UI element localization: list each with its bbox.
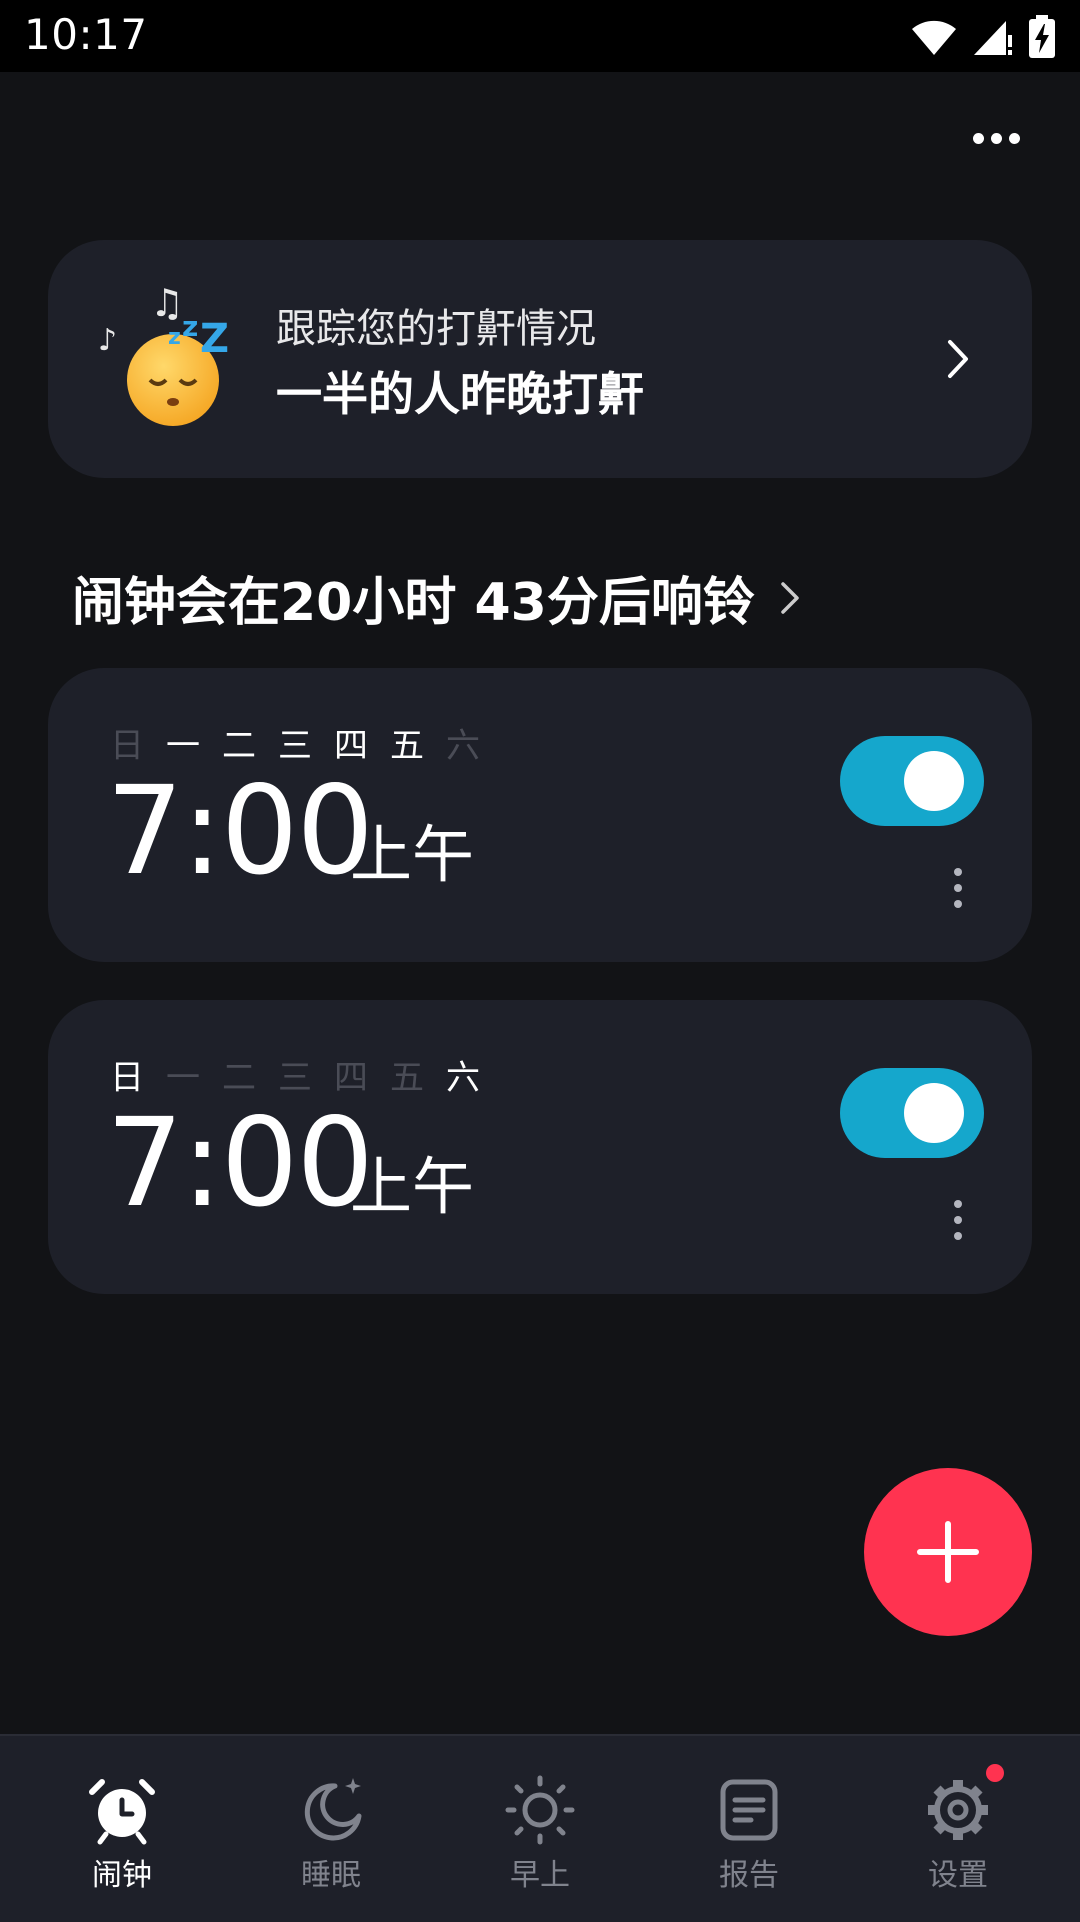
kebab-menu-icon[interactable] <box>948 868 968 908</box>
nav-label: 报告 <box>719 1858 779 1893</box>
alarm-toggle[interactable] <box>840 1068 984 1158</box>
report-icon <box>720 1779 778 1841</box>
day-label: 五 <box>390 726 424 766</box>
svg-text:♪: ♪ <box>98 323 117 358</box>
alarm-card[interactable]: 日 一 二 三 四 五 六 7:00 上午 <box>48 668 1032 962</box>
alarm-toggle[interactable] <box>840 736 984 826</box>
status-time: 10:17 <box>24 10 148 59</box>
signal-icon <box>974 21 1012 55</box>
status-bar: 10:17 <box>0 0 1080 72</box>
add-alarm-button[interactable] <box>864 1468 1032 1636</box>
nav-label: 设置 <box>928 1858 988 1893</box>
nav-label: 闹钟 <box>92 1858 152 1893</box>
alarm-time: 7:00 <box>106 760 374 902</box>
alarm-ampm: 上午 <box>350 818 475 891</box>
bottom-nav: 闹钟 睡眠 早上 报告 设置 <box>0 1734 1080 1922</box>
notification-badge <box>986 1764 1004 1782</box>
nav-label: 睡眠 <box>301 1858 361 1893</box>
nav-label: 早上 <box>510 1858 570 1893</box>
alarm-time: 7:00 <box>106 1092 374 1234</box>
status-icons <box>910 12 1056 62</box>
moon-icon <box>304 1778 362 1841</box>
plus-icon <box>917 1521 979 1583</box>
chevron-right-icon <box>781 581 799 614</box>
nav-item-report[interactable]: 报告 <box>669 1774 829 1894</box>
gear-icon <box>928 1780 988 1840</box>
nav-item-settings[interactable]: 设置 <box>878 1764 1038 1894</box>
kebab-menu-icon[interactable] <box>948 1200 968 1240</box>
svg-text:Z: Z <box>200 316 229 362</box>
sleeping-face-icon: ♫ ♪ z z Z <box>98 281 229 426</box>
snore-card-subtitle: 跟踪您的打鼾情况 <box>276 306 596 352</box>
battery-charging-icon <box>1029 15 1055 58</box>
next-alarm-text: 闹钟会在20小时 43分后响铃 <box>72 573 755 633</box>
next-alarm-heading[interactable]: 闹钟会在20小时 43分后响铃 <box>72 560 805 635</box>
nav-item-morning[interactable]: 早上 <box>460 1774 620 1894</box>
svg-text:z: z <box>168 325 181 350</box>
wifi-icon <box>912 20 956 55</box>
snore-card-title: 一半的人昨晚打鼾 <box>276 367 644 421</box>
nav-item-sleep[interactable]: 睡眠 <box>251 1774 411 1894</box>
day-label: 六 <box>446 1058 480 1098</box>
alarm-ampm: 上午 <box>350 1150 475 1223</box>
more-options-icon[interactable] <box>964 120 1028 156</box>
svg-text:z: z <box>182 310 198 343</box>
snore-tracking-card[interactable]: ♫ ♪ z z Z 跟踪您的打鼾情况 一半的人昨晚打鼾 <box>48 240 1032 478</box>
alarm-card[interactable]: 日 一 二 三 四 五 六 7:00 上午 <box>48 1000 1032 1294</box>
svg-text:♫: ♫ <box>150 281 184 325</box>
alarm-clock-icon <box>89 1779 155 1845</box>
sun-icon <box>505 1775 575 1845</box>
chevron-right-icon <box>948 340 968 378</box>
nav-item-alarm[interactable]: 闹钟 <box>42 1774 202 1894</box>
day-label: 五 <box>390 1058 424 1098</box>
day-label: 六 <box>446 726 480 766</box>
